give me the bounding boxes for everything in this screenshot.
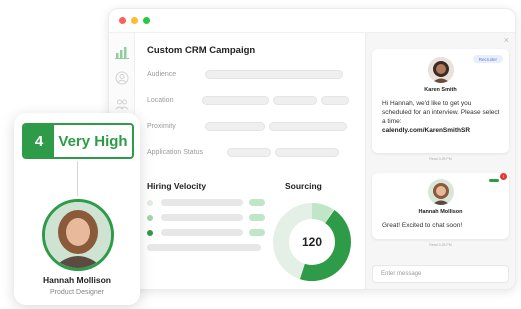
status-chip: [249, 214, 265, 221]
candidate-message: Great! Excited to chat soon!: [382, 222, 463, 229]
progress-bar: [147, 244, 261, 251]
progress-bar: [161, 199, 243, 206]
status-dot: [147, 199, 153, 206]
field-row-application-status[interactable]: Application Status: [147, 140, 353, 164]
audience-pill[interactable]: [205, 69, 343, 79]
sourcing-donut: 120: [271, 201, 353, 283]
chat-message-candidate: ! Hannah Mollison Great! Excited to chat…: [372, 173, 509, 239]
recruiter-avatar: [427, 57, 454, 83]
close-window-button[interactable]: [119, 17, 126, 24]
chat-panel: × Recruiter Karen Smith Hi Hannah, we'd …: [365, 33, 515, 289]
progress-bar: [161, 214, 243, 221]
app-window: Custom CRM Campaign Audience Location Pr…: [108, 8, 516, 290]
sourcing-value: 120: [301, 235, 323, 249]
campaign-panel: Custom CRM Campaign Audience Location Pr…: [135, 33, 365, 289]
field-label: Application Status: [147, 148, 204, 156]
title-bar: [109, 9, 515, 33]
score-number: 4: [24, 125, 54, 157]
minimize-window-button[interactable]: [131, 17, 138, 24]
hiring-velocity-row: [147, 199, 267, 206]
proximity-pill[interactable]: [205, 121, 265, 131]
user-icon[interactable]: [115, 71, 129, 85]
maximize-window-button[interactable]: [143, 17, 150, 24]
recruiter-message: Hi Hannah, we'd like to get you schedule…: [382, 99, 501, 135]
field-row-audience[interactable]: Audience: [147, 62, 353, 86]
candidate-avatar: [427, 179, 454, 205]
notification-badge: !: [500, 173, 507, 180]
groups-icon[interactable]: [115, 97, 129, 111]
recruiter-name: Karen Smith: [424, 87, 457, 93]
campaign-title: Custom CRM Campaign: [147, 45, 256, 56]
hiring-velocity-row: [147, 244, 267, 251]
status-chip: [249, 229, 265, 236]
status-pill[interactable]: [227, 147, 271, 157]
candidate-name: Hannah Mollison: [418, 209, 463, 215]
hiring-velocity-section: Hiring Velocity: [147, 181, 267, 251]
field-label: Proximity: [147, 122, 176, 130]
profile-role: Product Designer: [49, 289, 105, 296]
status-pill[interactable]: [275, 147, 339, 157]
bar-chart-icon[interactable]: [114, 45, 129, 59]
location-pill[interactable]: [273, 95, 317, 105]
field-label: Location: [147, 96, 174, 104]
message-input[interactable]: Enter message: [372, 265, 509, 283]
field-row-location[interactable]: Location: [147, 88, 353, 112]
location-pill[interactable]: [320, 95, 349, 105]
status-dot: [147, 214, 153, 221]
message-text: Hi Hannah, we'd like to get you schedule…: [382, 100, 500, 125]
profile-name: Hannah Mollison: [43, 275, 111, 285]
match-score: 4 Very High: [22, 123, 134, 159]
candidate-tag: [489, 179, 499, 182]
message-timestamp: Read 3:25 PM: [429, 157, 452, 161]
status-chip: [249, 199, 265, 206]
stage: Custom CRM Campaign Audience Location Pr…: [0, 0, 521, 309]
hiring-velocity-row: [147, 229, 267, 236]
candidate-profile-card[interactable]: 4 Very High Hannah Mollison Product Desi…: [14, 113, 140, 305]
message-timestamp: Read 3:25 PM: [429, 243, 452, 247]
profile-photo: [42, 199, 114, 271]
location-pill[interactable]: [201, 95, 270, 105]
score-label: Very High: [58, 132, 128, 150]
sourcing-title: Sourcing: [285, 181, 322, 191]
hiring-velocity-row: [147, 214, 267, 221]
status-dot: [147, 229, 153, 236]
calendly-link[interactable]: calendly.com/KarenSmithSR: [382, 127, 470, 134]
progress-bar: [161, 229, 243, 236]
campaign-fields: Audience Location Proximity Application …: [147, 62, 353, 164]
field-label: Audience: [147, 70, 177, 78]
field-row-proximity[interactable]: Proximity: [147, 114, 353, 138]
hiring-velocity-title: Hiring Velocity: [147, 181, 207, 191]
recruiter-tag: Recruiter: [472, 55, 503, 63]
chat-message-recruiter: Recruiter Karen Smith Hi Hannah, we'd li…: [372, 49, 509, 153]
close-icon[interactable]: ×: [504, 35, 509, 45]
connector-line: [77, 161, 78, 196]
sourcing-section: Sourcing: [285, 181, 322, 191]
proximity-pill[interactable]: [269, 121, 347, 131]
